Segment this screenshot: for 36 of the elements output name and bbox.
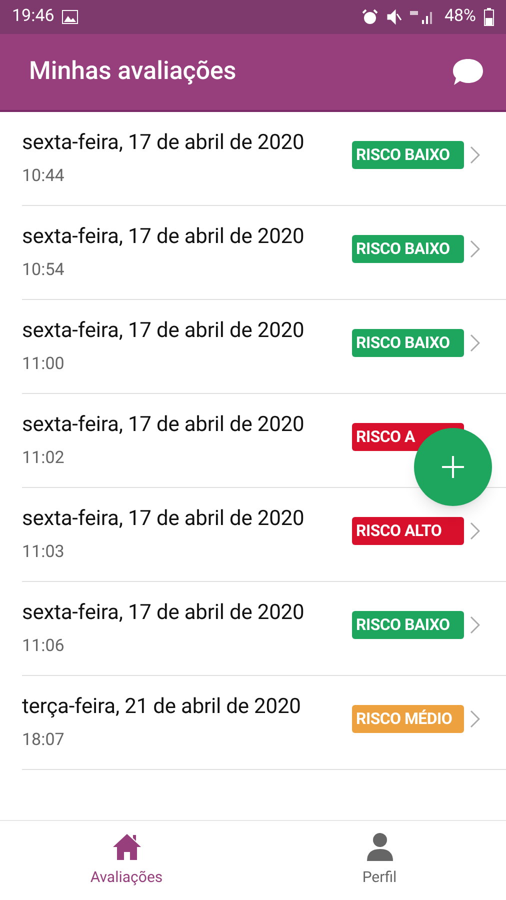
assessment-time: 18:07: [22, 728, 66, 752]
alarm-icon: [362, 9, 378, 25]
status-time: 19:46: [12, 5, 54, 28]
assessment-time: 10:44: [22, 164, 66, 188]
mute-icon: [386, 9, 402, 25]
chat-bubble-icon[interactable]: [452, 57, 484, 87]
assessment-row[interactable]: sexta-feira, 17 de abril de 2020 10:54 RISCO BAIXO: [22, 206, 506, 300]
home-icon: [110, 832, 142, 862]
page-title: Minhas avaliações: [29, 56, 236, 88]
assessment-date: sexta-feira, 17 de abril de 2020: [22, 130, 306, 157]
assessment-time: 11:02: [22, 446, 66, 470]
assessment-row[interactable]: sexta-feira, 17 de abril de 2020 11:00 RISCO BAIXO: [22, 300, 506, 394]
assessment-time: 11:03: [22, 540, 66, 564]
assessment-time: 10:54: [22, 258, 66, 282]
risk-badge: RISCO BAIXO: [352, 234, 464, 262]
battery-icon: [484, 8, 494, 26]
risk-badge: RISCO ALTO: [352, 516, 464, 544]
risk-badge: RISCO BAIXO: [352, 328, 464, 356]
assessment-time: 11:00: [22, 352, 66, 376]
assessment-row[interactable]: sexta-feira, 17 de abril de 2020 11:06 RISCO BAIXO: [22, 582, 506, 676]
assessment-date: terça-feira, 21 de abril de 2020: [22, 694, 302, 721]
assessment-date: sexta-feira, 17 de abril de 2020: [22, 224, 306, 251]
plus-icon: [442, 456, 464, 478]
assessment-time: 11:06: [22, 634, 66, 658]
assessment-date: sexta-feira, 17 de abril de 2020: [22, 600, 306, 627]
risk-badge: RISCO BAIXO: [352, 140, 464, 168]
battery-percent: 48%: [444, 5, 476, 28]
person-icon: [366, 832, 394, 862]
assessment-row[interactable]: terça-feira, 21 de abril de 2020 18:07 RISCO MÉDIO: [22, 676, 506, 770]
assessment-date: sexta-feira, 17 de abril de 2020: [22, 412, 306, 439]
assessment-row[interactable]: sexta-feira, 17 de abril de 2020 10:44 RISCO BAIXO: [22, 112, 506, 206]
image-icon: [62, 10, 78, 24]
risk-badge: RISCO MÉDIO: [352, 704, 464, 732]
assessment-date: sexta-feira, 17 de abril de 2020: [22, 318, 306, 345]
risk-badge: RISCO BAIXO: [352, 610, 464, 638]
assessment-date: sexta-feira, 17 de abril de 2020: [22, 506, 306, 533]
